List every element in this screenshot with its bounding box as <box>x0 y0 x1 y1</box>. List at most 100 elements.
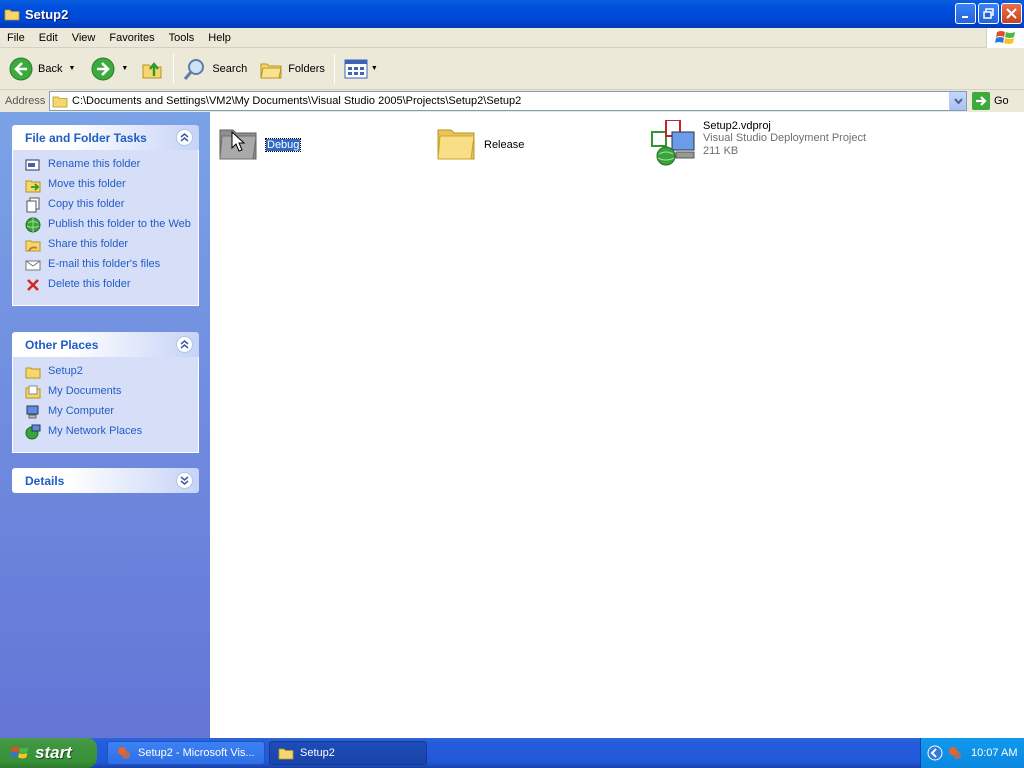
file-item-setup2-vdproj[interactable]: Setup2.vdproj Visual Studio Deployment P… <box>650 120 866 168</box>
window-title: Setup2 <box>25 6 69 22</box>
forward-button[interactable]: ▼ <box>88 52 131 86</box>
share-icon <box>25 240 41 252</box>
folders-icon <box>260 63 282 78</box>
panel-header[interactable]: Details <box>12 468 199 493</box>
address-label: Address <box>5 95 46 107</box>
menu-file[interactable]: File <box>0 32 32 44</box>
chevron-down-icon <box>953 98 963 104</box>
back-label: Back <box>38 62 63 75</box>
task-publish-web[interactable]: Publish this folder to the Web <box>25 217 198 233</box>
views-dropdown-icon[interactable]: ▼ <box>371 65 378 72</box>
panel-header[interactable]: File and Folder Tasks <box>12 125 199 150</box>
taskbar: start Setup2 - Microsoft Vis... Setup2 1… <box>0 738 1024 768</box>
windows-flag-icon <box>10 746 29 759</box>
minimize-icon <box>962 16 968 18</box>
task-label: Rename this folder <box>48 158 141 170</box>
visual-studio-icon <box>118 747 130 759</box>
panel-header[interactable]: Other Places <box>12 332 199 357</box>
place-label: My Documents <box>48 385 122 397</box>
chevron-up-double-icon <box>180 133 189 142</box>
network-places-icon <box>25 424 41 440</box>
delete-icon <box>27 279 39 291</box>
menu-help[interactable]: Help <box>201 32 238 44</box>
task-copy-folder[interactable]: Copy this folder <box>25 197 198 213</box>
file-item-debug[interactable]: Debug <box>218 124 302 162</box>
start-button[interactable]: start <box>0 738 97 768</box>
start-label: start <box>35 743 72 762</box>
minimize-button[interactable] <box>955 3 976 24</box>
file-item-release[interactable]: Release <box>436 124 524 162</box>
address-bar: Address C:\Documents and Settings\VM2\My… <box>0 90 1024 112</box>
go-label: Go <box>994 95 1009 107</box>
collapse-button[interactable] <box>176 336 193 353</box>
folder-icon <box>25 367 41 379</box>
show-hidden-icons-icon[interactable] <box>927 745 943 761</box>
address-path: C:\Documents and Settings\VM2\My Documen… <box>72 95 522 107</box>
task-delete-folder[interactable]: Delete this folder <box>25 277 198 293</box>
panel-body: Setup2 My Documents My Computer My Netwo… <box>12 357 199 453</box>
back-dropdown-icon[interactable]: ▼ <box>68 65 75 72</box>
place-my-documents[interactable]: My Documents <box>25 384 198 400</box>
back-button[interactable]: Back ▼ <box>6 52 78 86</box>
menu-tools[interactable]: Tools <box>162 32 202 44</box>
collapse-button[interactable] <box>176 129 193 146</box>
restore-icon <box>983 8 994 19</box>
file-folder-tasks-panel: File and Folder Tasks Rename this folder… <box>12 125 199 306</box>
menu-favorites[interactable]: Favorites <box>102 32 161 44</box>
task-share-folder[interactable]: Share this folder <box>25 237 198 253</box>
panel-title: Other Places <box>25 337 99 352</box>
maximize-button[interactable] <box>978 3 999 24</box>
panel-title: Details <box>25 473 65 488</box>
windows-logo <box>986 28 1024 48</box>
move-icon <box>25 180 41 193</box>
taskbar-button-setup2[interactable]: Setup2 <box>269 741 427 765</box>
folder-icon <box>219 129 257 160</box>
menu-edit[interactable]: Edit <box>32 32 65 44</box>
place-my-computer[interactable]: My Computer <box>25 404 198 420</box>
task-rename-folder[interactable]: Rename this folder <box>25 157 198 173</box>
views-icon <box>344 59 368 78</box>
chevron-down-double-icon <box>180 476 189 485</box>
task-label: Share this folder <box>48 238 129 250</box>
chevron-up-double-icon <box>180 340 189 349</box>
search-label: Search <box>212 62 248 75</box>
address-dropdown-button[interactable] <box>949 92 966 110</box>
views-button[interactable]: ▼ <box>341 52 381 86</box>
expand-button[interactable] <box>176 472 193 489</box>
toolbar-separator <box>173 53 175 84</box>
panel-title: File and Folder Tasks <box>25 130 147 145</box>
place-network[interactable]: My Network Places <box>25 424 198 440</box>
up-folder-icon <box>142 61 162 78</box>
place-setup2[interactable]: Setup2 <box>25 364 198 380</box>
file-type: Visual Studio Deployment Project <box>703 132 867 144</box>
address-input[interactable]: C:\Documents and Settings\VM2\My Documen… <box>49 91 967 111</box>
task-label: Copy this folder <box>48 198 125 210</box>
go-button[interactable]: Go <box>972 92 1009 110</box>
email-icon <box>25 260 41 271</box>
search-button[interactable]: Search <box>180 52 250 86</box>
system-tray: 10:07 AM <box>920 738 1024 768</box>
visual-studio-tray-icon[interactable] <box>947 745 963 761</box>
task-move-folder[interactable]: Move this folder <box>25 177 198 193</box>
folders-button[interactable]: Folders <box>256 52 328 86</box>
other-places-panel: Other Places Setup2 My Documents My Comp… <box>12 332 199 453</box>
menu-view[interactable]: View <box>65 32 103 44</box>
deployment-project-icon <box>651 120 695 166</box>
place-label: My Network Places <box>48 425 143 437</box>
close-button[interactable] <box>1001 3 1022 24</box>
task-email-files[interactable]: E-mail this folder's files <box>25 257 198 273</box>
forward-dropdown-icon[interactable]: ▼ <box>121 65 128 72</box>
title-bar[interactable]: Setup2 <box>0 0 1024 28</box>
back-arrow-icon <box>9 57 33 80</box>
search-icon <box>184 58 205 80</box>
task-pane: File and Folder Tasks Rename this folder… <box>0 112 210 738</box>
publish-web-icon <box>25 217 41 233</box>
up-button[interactable] <box>137 52 167 86</box>
task-label: Move this folder <box>48 178 126 190</box>
taskbar-button-visual-studio[interactable]: Setup2 - Microsoft Vis... <box>107 741 265 765</box>
file-view[interactable]: Debug Release Setup2.vdproj Visual Studi… <box>210 112 1024 738</box>
forward-arrow-icon <box>91 57 115 80</box>
toolbar: Back ▼ ▼ Search Folders ▼ <box>0 48 1024 90</box>
place-label: Setup2 <box>48 365 83 377</box>
file-name: Setup2.vdproj <box>703 120 771 132</box>
